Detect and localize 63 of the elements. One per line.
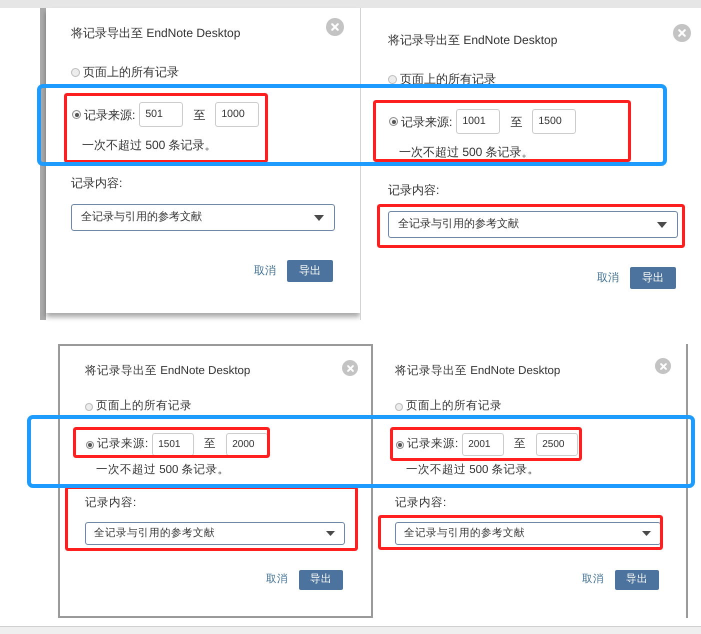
- content-select[interactable]: 全记录与引用的参考文献: [71, 204, 335, 231]
- radio-button[interactable]: [396, 440, 404, 448]
- limit-note: 一次不超过 500 条记录。: [406, 463, 540, 478]
- radio-button[interactable]: [85, 402, 93, 410]
- caret-icon: [314, 214, 324, 220]
- export-button[interactable]: 导出: [630, 267, 676, 289]
- caret-icon: [326, 531, 335, 536]
- range-separator: 至: [193, 106, 206, 122]
- radio-button[interactable]: [86, 440, 94, 448]
- option-label: 页面上的所有记录: [96, 399, 192, 414]
- close-button[interactable]: [342, 360, 358, 376]
- input-field[interactable]: 1001: [456, 109, 500, 134]
- input-field[interactable]: 2001: [462, 433, 504, 456]
- input-field[interactable]: 501: [139, 102, 184, 127]
- input-field[interactable]: 2000: [226, 433, 268, 456]
- export-button[interactable]: 导出: [615, 570, 659, 590]
- close-icon: [660, 362, 666, 370]
- range-separator: 至: [204, 437, 216, 452]
- input-field[interactable]: 1500: [532, 109, 576, 134]
- field-label: 记录内容:: [388, 182, 440, 198]
- limit-note: 一次不超过 500 条记录。: [399, 144, 534, 160]
- option-label: 记录来源:: [84, 106, 136, 122]
- radio-button[interactable]: [395, 402, 403, 410]
- option-label: 页面上的所有记录: [83, 64, 179, 80]
- close-icon: [678, 29, 686, 37]
- cancel-link[interactable]: 取消: [266, 572, 288, 588]
- input-field[interactable]: 2500: [536, 433, 578, 456]
- close-button[interactable]: [655, 358, 671, 374]
- input-field[interactable]: 1501: [152, 433, 194, 456]
- input-field[interactable]: 1000: [215, 102, 260, 127]
- close-button[interactable]: [326, 18, 344, 36]
- cancel-link[interactable]: 取消: [582, 572, 604, 588]
- close-icon: [346, 364, 354, 372]
- option-label: 记录来源:: [401, 114, 452, 130]
- radio-button[interactable]: [388, 74, 397, 84]
- radio-button[interactable]: [389, 117, 398, 126]
- content-select[interactable]: 全记录与引用的参考文献: [85, 522, 345, 545]
- dialog-title: 将记录导出至 EndNote Desktop: [85, 364, 250, 379]
- option-label: 记录来源:: [407, 437, 458, 452]
- dialog-title: 将记录导出至 EndNote Desktop: [395, 364, 560, 379]
- export-button[interactable]: 导出: [299, 570, 343, 590]
- field-label: 记录内容:: [85, 496, 136, 511]
- dialog-title: 将记录导出至 EndNote Desktop: [71, 25, 240, 41]
- radio-button[interactable]: [72, 110, 81, 119]
- export-button[interactable]: 导出: [287, 260, 333, 282]
- cancel-link[interactable]: 取消: [254, 262, 276, 280]
- close-button[interactable]: [673, 24, 691, 42]
- field-label: 记录内容:: [71, 175, 122, 191]
- option-label: 页面上的所有记录: [406, 399, 502, 414]
- dialog-title: 将记录导出至 EndNote Desktop: [388, 32, 558, 48]
- option-label: 记录来源:: [97, 437, 148, 452]
- range-separator: 至: [510, 114, 522, 130]
- range-separator: 至: [514, 437, 526, 452]
- limit-note: 一次不超过 500 条记录。: [96, 463, 230, 478]
- content-select[interactable]: 全记录与引用的参考文献: [388, 211, 678, 238]
- content-select[interactable]: 全记录与引用的参考文献: [395, 522, 661, 545]
- caret-icon: [657, 222, 667, 228]
- caret-icon: [642, 531, 651, 536]
- field-label: 记录内容:: [395, 496, 446, 511]
- close-icon: [331, 23, 339, 31]
- cancel-link[interactable]: 取消: [597, 270, 619, 286]
- limit-note: 一次不超过 500 条记录。: [82, 137, 217, 153]
- radio-button[interactable]: [71, 68, 80, 76]
